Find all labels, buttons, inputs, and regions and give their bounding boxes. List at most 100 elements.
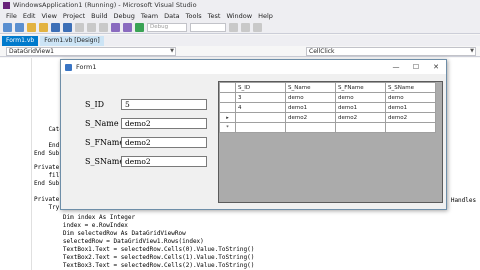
new-project-icon[interactable] <box>27 22 36 32</box>
code-line: End Sub <box>34 150 60 157</box>
code-line: index = e.RowIndex <box>34 222 128 229</box>
vs-toolbar: Debug <box>0 21 480 34</box>
table-row[interactable]: 4 demo1 demo1 demo1 <box>219 102 436 113</box>
code-line: End Sub <box>34 180 60 187</box>
vs-menu-bar: File Edit View Project Build Debug Team … <box>0 10 480 21</box>
s-sname-label: S_SName <box>85 157 125 166</box>
data-grid-view[interactable]: S_ID S_Name S_FName S_SName 3 demo demo … <box>218 81 443 203</box>
vs-window-title: WindowsApplication1 (Running) - Microsof… <box>13 1 197 9</box>
menu-debug[interactable]: Debug <box>111 12 138 20</box>
column-header-s-id[interactable]: S_ID <box>235 82 286 93</box>
open-file-icon[interactable] <box>39 22 48 32</box>
menu-test[interactable]: Test <box>205 12 224 20</box>
grid-cell[interactable]: demo1 <box>385 102 436 113</box>
visual-studio-logo-icon <box>3 1 10 9</box>
form1-window[interactable]: Form1 — ☐ ✕ S_ID 5 S_Name demo2 S_FName … <box>60 59 447 210</box>
grid-header-row: S_ID S_Name S_FName S_SName <box>219 82 436 93</box>
save-icon[interactable] <box>51 22 60 32</box>
s-name-label: S_Name <box>85 119 119 128</box>
column-header-s-sname[interactable]: S_SName <box>385 82 436 93</box>
grid-cell[interactable]: demo2 <box>285 112 336 123</box>
code-line: TextBox2.Text = selectedRow.Cells(1).Val… <box>34 254 255 261</box>
grid-cell[interactable]: 3 <box>235 92 286 103</box>
code-line: selectedRow = DataGridView1.Rows(index) <box>34 238 204 245</box>
save-all-icon[interactable] <box>63 22 72 32</box>
grid-cell[interactable] <box>285 122 336 133</box>
menu-tools[interactable]: Tools <box>183 12 205 20</box>
class-name-value: DataGridView1 <box>9 47 54 55</box>
form1-title: Form1 <box>76 63 97 71</box>
grid-cell[interactable] <box>335 122 386 133</box>
editor-gutter[interactable] <box>0 58 32 270</box>
undo-icon[interactable] <box>111 22 120 32</box>
grid-cell[interactable]: demo1 <box>285 102 336 113</box>
menu-edit[interactable]: Edit <box>20 12 39 20</box>
new-row[interactable]: * <box>219 122 436 133</box>
menu-team[interactable]: Team <box>138 12 161 20</box>
s-id-textbox[interactable]: 5 <box>121 99 207 110</box>
code-navigation-bar: DataGridView1 ▼ CellClick ▼ <box>0 46 480 57</box>
code-line: Dim index As Integer <box>34 214 136 221</box>
code-line: Dim selectedRow As DataGridViewRow <box>34 230 186 237</box>
properties-icon[interactable] <box>253 22 262 32</box>
continue-icon[interactable] <box>135 22 144 32</box>
tab-form1-vb[interactable]: Form1.vb <box>2 36 39 46</box>
paste-icon[interactable] <box>99 22 108 32</box>
menu-view[interactable]: View <box>38 12 59 20</box>
code-line: TextBox1.Text = selectedRow.Cells(0).Val… <box>34 246 255 253</box>
s-sname-textbox[interactable]: demo2 <box>121 156 207 167</box>
current-row-arrow-icon[interactable]: ▸ <box>219 112 236 123</box>
s-fname-label: S_FName <box>85 138 125 147</box>
solution-explorer-icon[interactable] <box>241 22 250 32</box>
chevron-down-icon: ▼ <box>170 47 174 54</box>
form1-title-bar[interactable]: Form1 — ☐ ✕ <box>61 60 446 74</box>
menu-help[interactable]: Help <box>255 12 276 20</box>
grid-cell[interactable]: demo <box>335 92 386 103</box>
grid-cell[interactable] <box>235 122 286 133</box>
grid-corner-header[interactable] <box>219 82 236 93</box>
menu-build[interactable]: Build <box>88 12 110 20</box>
forward-icon[interactable] <box>15 22 24 32</box>
menu-window[interactable]: Window <box>223 12 255 20</box>
copy-icon[interactable] <box>87 22 96 32</box>
grid-cell[interactable]: demo <box>385 92 436 103</box>
grid-cell[interactable]: demo1 <box>335 102 386 113</box>
menu-project[interactable]: Project <box>60 12 88 20</box>
grid-cell[interactable]: 4 <box>235 102 286 113</box>
solution-config-combo[interactable]: Debug <box>147 22 187 32</box>
maximize-icon[interactable]: ☐ <box>406 60 426 74</box>
chevron-down-icon: ▼ <box>470 47 474 54</box>
cut-icon[interactable] <box>75 22 84 32</box>
grid-cell[interactable]: demo <box>285 92 336 103</box>
tab-form1-design[interactable]: Form1.vb [Design] <box>40 36 104 46</box>
grid-cell[interactable]: demo2 <box>385 112 436 123</box>
column-header-s-name[interactable]: S_Name <box>285 82 336 93</box>
column-header-s-fname[interactable]: S_FName <box>335 82 386 93</box>
grid-cell[interactable]: demo2 <box>335 112 386 123</box>
back-icon[interactable] <box>3 22 12 32</box>
menu-data[interactable]: Data <box>161 12 183 20</box>
grid-cell[interactable] <box>385 122 436 133</box>
s-id-label: S_ID <box>85 100 105 109</box>
s-fname-textbox[interactable]: demo2 <box>121 137 207 148</box>
code-line: TextBox3.Text = selectedRow.Cells(2).Val… <box>34 262 255 269</box>
method-name-value: CellClick <box>309 47 335 55</box>
s-name-textbox[interactable]: demo2 <box>121 118 207 129</box>
find-icon[interactable] <box>229 22 238 32</box>
grid-table: S_ID S_Name S_FName S_SName 3 demo demo … <box>219 82 436 133</box>
document-tabs: Form1.vb Form1.vb [Design] <box>0 35 480 46</box>
minimize-icon[interactable]: — <box>386 60 406 74</box>
platform-combo[interactable] <box>190 22 226 32</box>
new-row-asterisk-icon[interactable]: * <box>219 122 236 133</box>
method-name-combo[interactable]: CellClick ▼ <box>306 46 476 56</box>
table-row[interactable]: 3 demo demo demo <box>219 92 436 103</box>
row-header[interactable] <box>219 102 236 113</box>
grid-cell-selected[interactable]: 5 <box>235 112 286 123</box>
table-row-selected[interactable]: ▸ 5 demo2 demo2 demo2 <box>219 112 436 123</box>
menu-file[interactable]: File <box>3 12 20 20</box>
class-name-combo[interactable]: DataGridView1 ▼ <box>6 46 176 56</box>
code-line: Try <box>34 204 60 211</box>
redo-icon[interactable] <box>123 22 132 32</box>
row-header[interactable] <box>219 92 236 103</box>
close-icon[interactable]: ✕ <box>426 60 446 74</box>
